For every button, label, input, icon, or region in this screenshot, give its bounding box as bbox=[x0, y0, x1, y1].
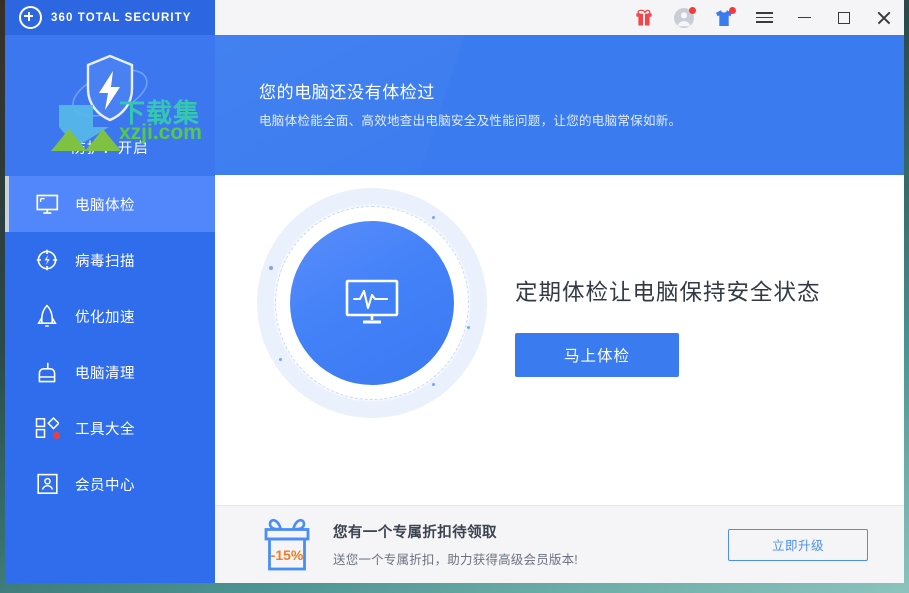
scan-target-icon bbox=[35, 248, 59, 272]
gift-box-icon: -15% bbox=[259, 516, 315, 574]
sidebar-item-member-center[interactable]: 会员中心 bbox=[5, 456, 215, 512]
shield-bolt-glyph bbox=[72, 54, 148, 122]
rocket-icon bbox=[35, 304, 59, 328]
sidebar-item-toolbox[interactable]: 工具大全 bbox=[5, 400, 215, 456]
rocket-glyph bbox=[37, 304, 57, 327]
sidebar-item-label: 工具大全 bbox=[75, 421, 135, 438]
protection-status-label: 防护：开启 bbox=[71, 141, 149, 157]
avatar-badge-dot bbox=[689, 7, 696, 14]
minimize-button[interactable] bbox=[784, 0, 824, 35]
sidebar-item-optimize[interactable]: 优化加速 bbox=[5, 288, 215, 344]
sidebar-item-label: 电脑体检 bbox=[75, 197, 135, 214]
gauge-spark-dot bbox=[432, 216, 435, 219]
close-button[interactable] bbox=[864, 0, 904, 35]
promo-text-block: 您有一个专属折扣待领取 送您一个专属折扣，助力获得高级会员版本! bbox=[333, 521, 578, 568]
gift-icon[interactable] bbox=[624, 0, 664, 35]
app-window: 360 TOTAL SECURITY 防护：开启 下载集 xzji.com 电脑… bbox=[5, 0, 904, 583]
hero-banner: 您的电脑还没有体检过 电脑体检能全面、高效地查出电脑安全及性能问题，让您的电脑常… bbox=[215, 35, 904, 175]
hero-subtitle: 电脑体检能全面、高效地查出电脑安全及性能问题，让您的电脑常保如新。 bbox=[259, 114, 682, 128]
start-checkup-button[interactable]: 马上体检 bbox=[515, 333, 679, 377]
broom-icon bbox=[35, 360, 59, 384]
maximize-button[interactable] bbox=[824, 0, 864, 35]
broom-glyph bbox=[38, 362, 56, 382]
promo-subtitle: 送您一个专属折扣，助力获得高级会员版本! bbox=[333, 553, 578, 567]
toolbox-grid-icon bbox=[35, 416, 60, 440]
brand-area: 360 TOTAL SECURITY bbox=[5, 0, 215, 35]
title-bar: 360 TOTAL SECURITY bbox=[5, 0, 904, 35]
gift-box-glyph bbox=[264, 518, 310, 570]
gauge-spark-dot bbox=[467, 326, 470, 329]
skin-badge-dot bbox=[729, 7, 736, 14]
main-content: 您的电脑还没有体检过 电脑体检能全面、高效地查出电脑安全及性能问题，让您的电脑常… bbox=[215, 35, 904, 583]
sidebar-item-virus-scan[interactable]: 病毒扫描 bbox=[5, 232, 215, 288]
sidebar-item-label: 会员中心 bbox=[75, 477, 135, 494]
checkup-pitch: 定期体检让电脑保持安全状态 马上体检 bbox=[515, 275, 895, 377]
gift-icon-glyph bbox=[636, 9, 652, 26]
gauge-core bbox=[290, 221, 454, 385]
sidebar: 防护：开启 下载集 xzji.com 电脑体检 病毒扫描 优化加速 电脑清理 工… bbox=[5, 35, 215, 583]
member-card-glyph bbox=[36, 473, 58, 495]
pitch-title: 定期体检让电脑保持安全状态 bbox=[515, 280, 821, 305]
sidebar-item-label: 病毒扫描 bbox=[75, 253, 135, 270]
promo-bar: -15% 您有一个专属折扣待领取 送您一个专属折扣，助力获得高级会员版本! 立即… bbox=[215, 505, 904, 583]
menu-hamburger-icon[interactable] bbox=[744, 0, 784, 35]
scan-target-glyph bbox=[36, 249, 58, 271]
discount-value: -15% bbox=[270, 546, 304, 563]
hero-title: 您的电脑还没有体检过 bbox=[259, 83, 435, 102]
monitor-glyph bbox=[35, 194, 58, 214]
promo-title: 您有一个专属折扣待领取 bbox=[333, 525, 497, 541]
sidebar-item-cleanup[interactable]: 电脑清理 bbox=[5, 344, 215, 400]
title-bar-actions bbox=[624, 0, 904, 35]
plus-circle-icon bbox=[19, 6, 42, 29]
shield-bolt-icon bbox=[65, 49, 155, 133]
sidebar-item-label: 电脑清理 bbox=[75, 365, 135, 382]
maximize-icon bbox=[838, 11, 850, 24]
upgrade-button[interactable]: 立即升级 bbox=[728, 528, 868, 561]
app-title: 360 TOTAL SECURITY bbox=[51, 11, 192, 24]
toolbox-badge-dot bbox=[53, 432, 60, 439]
user-avatar-icon[interactable] bbox=[664, 0, 704, 35]
monitor-pulse-icon bbox=[345, 279, 399, 324]
hamburger-glyph bbox=[755, 12, 773, 23]
checkup-panel: 定期体检让电脑保持安全状态 马上体检 bbox=[215, 175, 904, 505]
minimize-icon bbox=[797, 16, 811, 19]
protection-status-panel: 防护：开启 下载集 xzji.com bbox=[5, 35, 215, 176]
sidebar-item-pc-checkup[interactable]: 电脑体检 bbox=[5, 176, 215, 232]
checkup-gauge[interactable] bbox=[257, 188, 487, 418]
gauge-spark-dot bbox=[432, 383, 435, 386]
gauge-spark-dot bbox=[269, 266, 273, 270]
skin-shirt-icon[interactable] bbox=[704, 0, 744, 35]
monitor-icon bbox=[35, 192, 59, 216]
sidebar-item-label: 优化加速 bbox=[75, 309, 135, 326]
gauge-spark-dot bbox=[279, 358, 282, 361]
member-card-icon bbox=[35, 472, 59, 496]
close-icon bbox=[877, 11, 891, 25]
